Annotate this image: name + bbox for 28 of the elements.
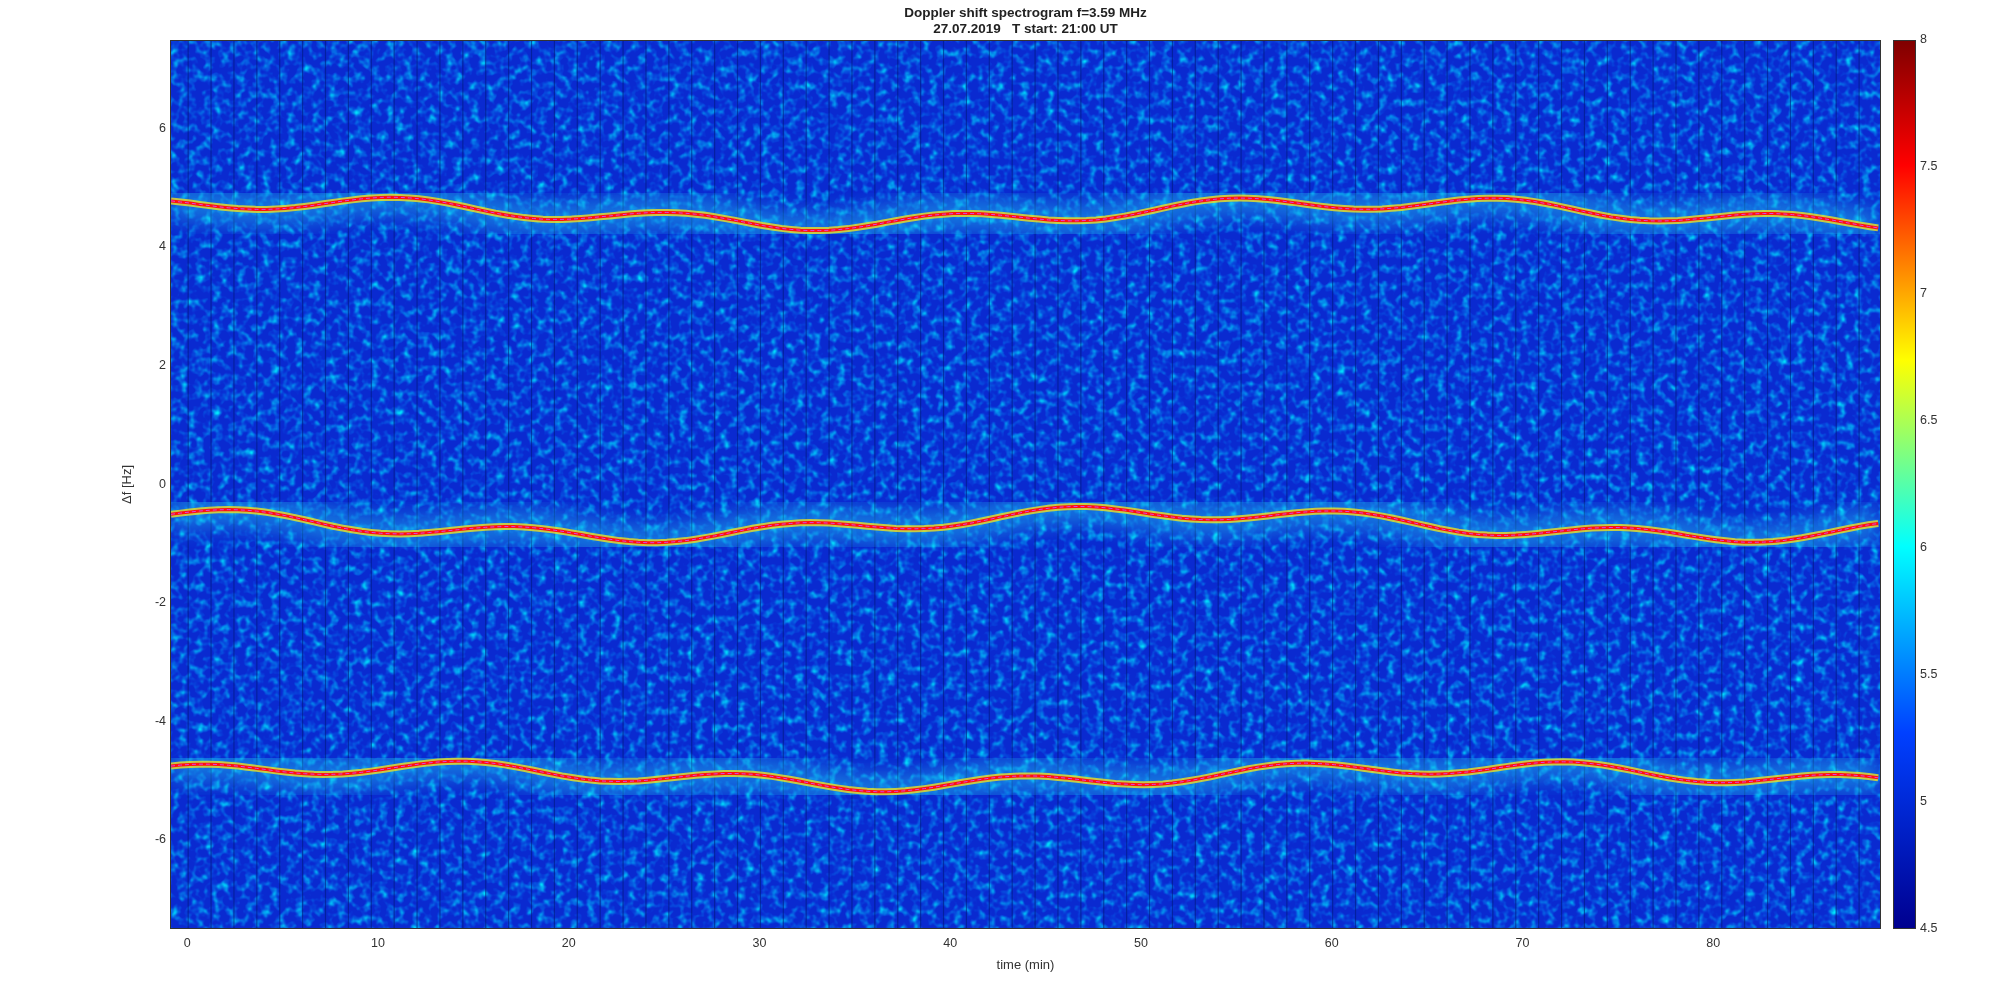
y-tick-label: -2 [154,595,166,610]
x-tick-label: 20 [561,936,576,950]
colorbar-tick-label: 6.5 [1920,413,1938,427]
chart-subtitle: 27.07.2019 T start: 21:00 UT [933,21,1118,37]
colorbar-tick-label: 5 [1920,794,1927,808]
colorbar-tick-label: 7.5 [1920,159,1938,173]
x-tick-label: 80 [1706,936,1721,950]
y-tick-label: 6 [159,120,166,135]
y-axis-label: Δf [Hz] [119,465,134,504]
colorbar-tick-label: 8 [1920,32,1927,46]
colorbar-tick-label: 4.5 [1920,921,1938,935]
chart-title: Doppler shift spectrogram f=3.59 MHz [904,5,1147,21]
x-tick-label: 70 [1515,936,1530,950]
colorbar-tick-label: 6 [1920,540,1927,554]
y-tick-label: -4 [154,713,166,728]
y-tick-label: 0 [159,476,166,491]
x-axis-label: time (min) [996,957,1055,972]
colorbar-tick-label: 5.5 [1920,667,1938,681]
x-tick-label: 40 [943,936,958,950]
x-tick-label: 60 [1324,936,1339,950]
x-tick-label: 0 [183,936,191,950]
y-tick-label: 2 [159,357,166,372]
y-tick-label: -6 [154,832,166,847]
x-tick-label: 30 [752,936,767,950]
x-tick-label: 10 [370,936,385,950]
y-tick-label: 4 [159,239,166,254]
x-tick-label: 50 [1133,936,1148,950]
colorbar-tick-label: 7 [1920,286,1927,300]
